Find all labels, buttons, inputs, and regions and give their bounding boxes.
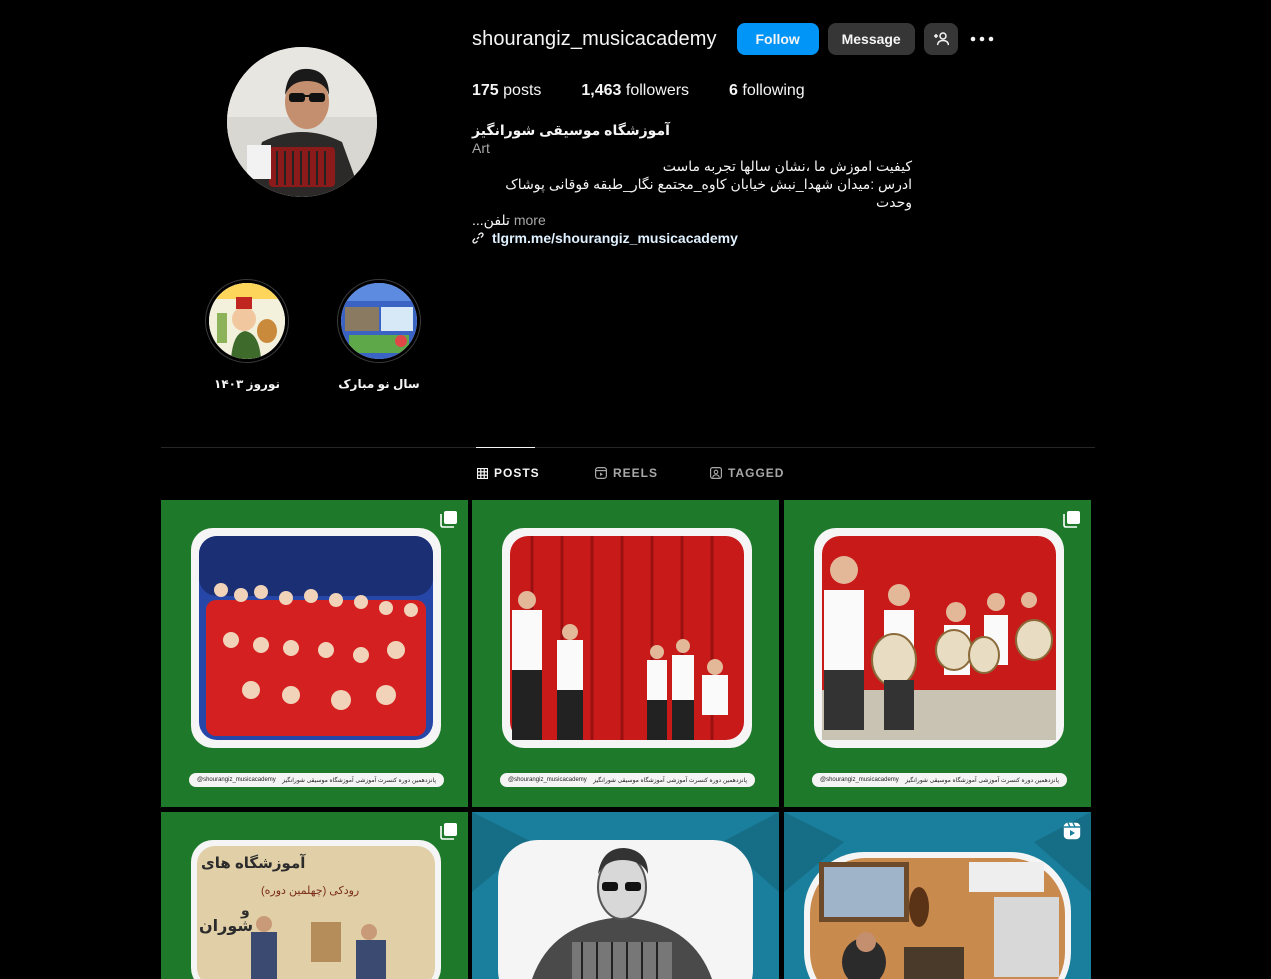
story-highlight-2[interactable]: سال نو مبارک <box>337 279 421 391</box>
post-tile-1[interactable]: @shourangiz_musicacademy پانزدهمین دوره … <box>161 500 468 807</box>
caption-title: پانزدهمین دوره کنسرت آموزشی آموزشگاه موس… <box>905 777 1059 784</box>
post-image-sketch-portrait <box>472 812 779 979</box>
poster-title: آموزشگاه های <box>201 855 306 872</box>
reel-icon <box>1063 822 1081 840</box>
bio-category: Art <box>472 140 490 156</box>
highlight-ring[interactable] <box>205 279 289 363</box>
profile-page: shourangiz_musicacademy Follow Message 1… <box>0 0 1271 979</box>
message-button[interactable]: Message <box>827 23 915 55</box>
post-tile-5[interactable] <box>472 812 779 979</box>
post-tile-3[interactable]: @shourangiz_musicacademy پانزدهمین دوره … <box>784 500 1091 807</box>
profile-username: shourangiz_musicacademy <box>472 27 717 50</box>
profile-stats: 175 posts 1,463 followers 6 following <box>472 82 845 100</box>
caption-handle: @shourangiz_musicacademy <box>508 777 587 783</box>
more-options-icon[interactable] <box>970 27 994 51</box>
carousel-icon <box>440 823 457 840</box>
post-image-choir <box>161 500 468 807</box>
active-tab-indicator <box>476 447 535 448</box>
highlight-cover-collage <box>341 283 417 359</box>
tab-tagged[interactable]: TAGGED <box>710 466 784 480</box>
caption-handle: @shourangiz_musicacademy <box>820 777 899 783</box>
caption-title: پانزدهمین دوره کنسرت آموزشی آموزشگاه موس… <box>282 777 436 784</box>
bio-link-text[interactable]: tlgrm.me/shourangiz_musicacademy <box>492 229 738 247</box>
suggested-users-button[interactable] <box>923 23 958 55</box>
post-tile-2[interactable]: @shourangiz_musicacademy پانزدهمین دوره … <box>472 500 779 807</box>
post-caption-bar: @shourangiz_musicacademy پانزدهمین دوره … <box>812 773 1067 787</box>
posts-count: 175 posts <box>472 82 542 99</box>
avatar-photo <box>227 47 377 197</box>
add-person-icon <box>933 32 949 46</box>
caption-title: پانزدهمین دوره کنسرت آموزشی آموزشگاه موس… <box>593 777 747 784</box>
carousel-icon <box>1063 511 1080 528</box>
story-highlight-1[interactable]: نوروز ۱۴۰۳ <box>205 279 289 391</box>
following-count[interactable]: 6 following <box>729 82 805 100</box>
highlight-ring[interactable] <box>337 279 421 363</box>
highlight-label: نوروز ۱۴۰۳ <box>214 377 280 391</box>
profile-header-row: shourangiz_musicacademy Follow Message <box>472 23 994 55</box>
profile-avatar[interactable] <box>227 47 377 197</box>
bio-line-1: کیفیت اموزش ما ،نشان سالها تجربه ماست <box>662 158 912 174</box>
bio-display-name: آموزشگاه موسیقی شورانگیز <box>472 122 670 138</box>
tab-reels[interactable]: REELS <box>595 466 658 480</box>
followers-count[interactable]: 1,463 followers <box>581 82 689 100</box>
bio-more-link[interactable]: more <box>514 212 546 228</box>
tabs-divider <box>161 447 1095 448</box>
post-image-violinists <box>472 500 779 807</box>
bio-line-3: تلفن... more <box>472 212 546 228</box>
link-icon <box>472 232 484 244</box>
carousel-icon <box>440 511 457 528</box>
post-tile-4[interactable]: آموزشگاه های رودکی (چهلمین دوره) و شوران <box>161 812 468 979</box>
poster-name: شوران <box>199 918 254 935</box>
tab-posts[interactable]: POSTS <box>477 466 540 480</box>
highlight-label: سال نو مبارک <box>338 377 420 391</box>
follow-button[interactable]: Follow <box>736 23 819 55</box>
caption-handle: @shourangiz_musicacademy <box>197 777 276 783</box>
bio-line-2: ادرس :میدان شهدا_نبش خیابان کاوه_مجتمع ن… <box>505 176 912 210</box>
reels-icon <box>595 467 607 479</box>
post-caption-bar: @shourangiz_musicacademy پانزدهمین دوره … <box>189 773 444 787</box>
highlight-cover-cartoon <box>209 283 285 359</box>
profile-bio: آموزشگاه موسیقی شورانگیز Art کیفیت اموزش… <box>472 121 912 247</box>
post-image-drummers <box>784 500 1091 807</box>
post-image-music-room <box>784 812 1091 979</box>
post-caption-bar: @shourangiz_musicacademy پانزدهمین دوره … <box>500 773 755 787</box>
tagged-icon <box>710 467 722 479</box>
poster-subtitle: رودکی (چهلمین دوره) <box>261 885 360 897</box>
post-tile-6[interactable] <box>784 812 1091 979</box>
bio-external-link[interactable]: tlgrm.me/shourangiz_musicacademy <box>472 229 912 247</box>
grid-icon <box>477 467 488 479</box>
